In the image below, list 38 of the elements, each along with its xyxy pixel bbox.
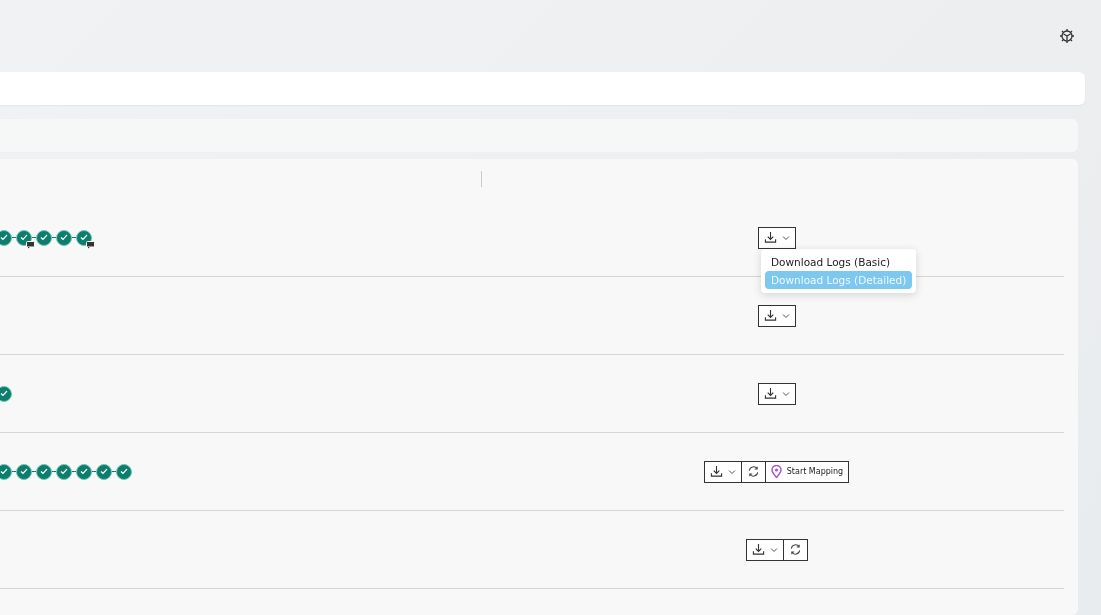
check-icon — [60, 234, 68, 241]
check-icon — [0, 234, 8, 241]
refresh-button[interactable] — [740, 460, 766, 483]
location-pin-icon — [770, 465, 782, 478]
check-icon — [0, 390, 8, 397]
download-dropdown-button[interactable] — [745, 538, 784, 561]
check-icon — [120, 468, 128, 475]
check-icon — [60, 468, 68, 475]
check-icon — [40, 468, 48, 475]
chevron-down-icon — [781, 390, 790, 397]
check-icon — [40, 234, 48, 241]
settings-icon[interactable] — [1059, 28, 1075, 44]
download-dropdown-button[interactable] — [757, 304, 796, 327]
download-dropdown-button[interactable] — [703, 460, 742, 483]
chevron-down-icon — [781, 234, 790, 241]
check-icon — [100, 468, 108, 475]
download-icon — [763, 309, 777, 322]
check-icon — [20, 234, 28, 241]
download-icon — [751, 543, 765, 556]
refresh-icon — [788, 543, 802, 556]
start-mapping-button[interactable]: Start Mapping — [764, 460, 850, 483]
refresh-icon — [746, 465, 760, 478]
comment-badge-icon — [86, 240, 95, 249]
check-icon — [80, 234, 88, 241]
check-icon — [80, 468, 88, 475]
menu-item[interactable]: Download Logs (Basic) — [765, 253, 913, 271]
download-icon — [709, 465, 723, 478]
download-dropdown-button[interactable] — [757, 382, 796, 405]
download-icon — [763, 387, 777, 400]
download-dropdown-button[interactable] — [757, 226, 796, 249]
chevron-down-icon — [727, 468, 736, 475]
chevron-down-icon — [769, 546, 778, 553]
chevron-down-icon — [781, 312, 790, 319]
comment-badge-icon — [26, 240, 35, 249]
check-icon — [20, 468, 28, 475]
refresh-button[interactable] — [782, 538, 808, 561]
check-icon — [0, 468, 8, 475]
download-icon — [763, 231, 777, 244]
